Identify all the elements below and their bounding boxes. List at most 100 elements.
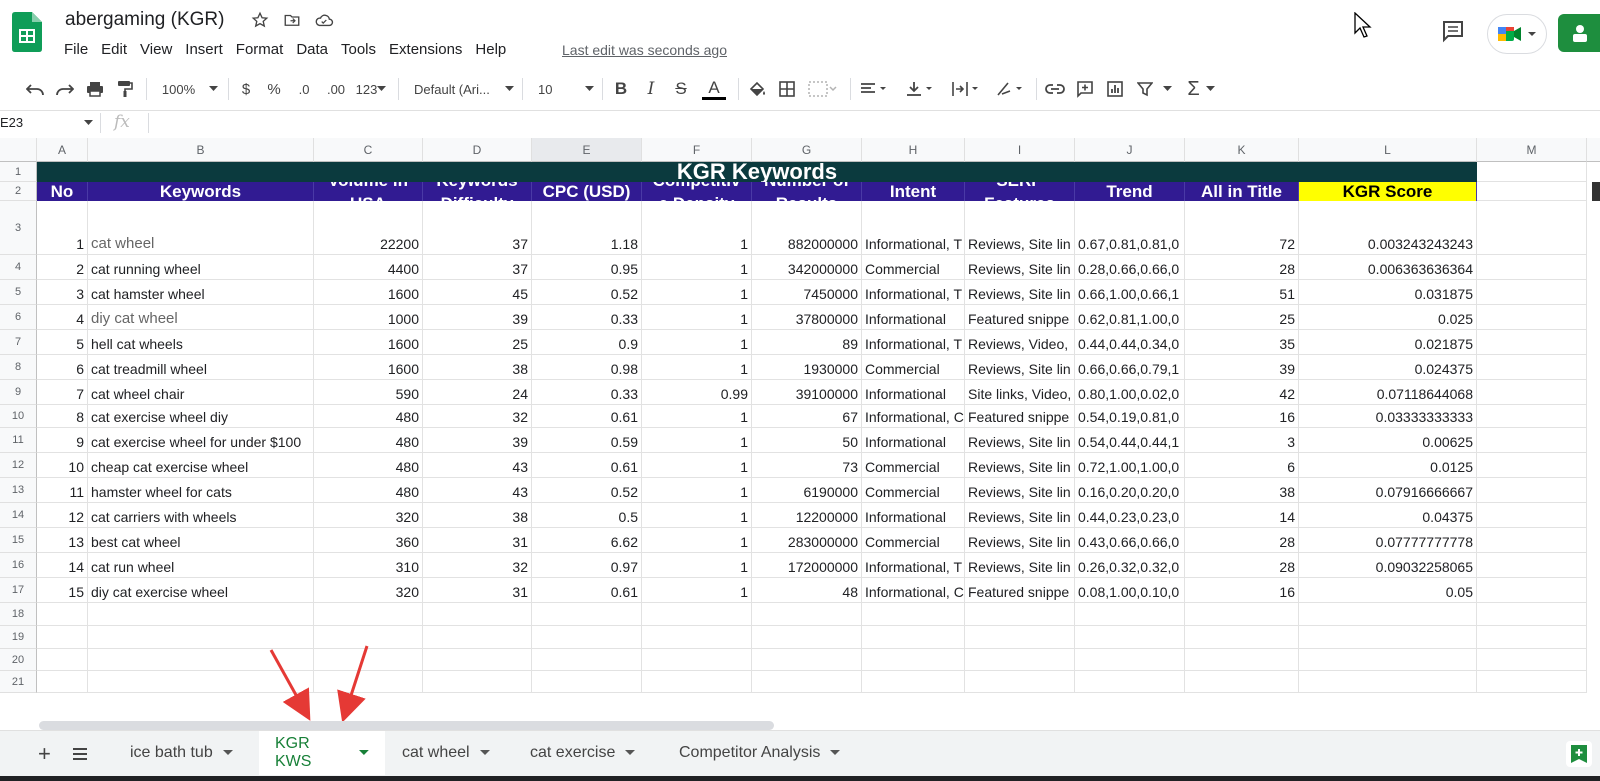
header-keywords-difficulty[interactable]: Keywords Difficulty (423, 182, 532, 201)
empty-cell[interactable] (1477, 626, 1587, 649)
table-cell[interactable]: 1600 (314, 355, 423, 380)
table-cell[interactable]: Commercial (862, 255, 965, 280)
header-cpc-usd[interactable]: CPC (USD) (532, 182, 642, 201)
table-cell[interactable]: 4 (37, 305, 88, 330)
table-cell[interactable]: 0.003243243243 (1299, 201, 1477, 255)
table-cell[interactable]: 16 (1185, 405, 1299, 428)
table-cell[interactable]: 0.59 (532, 428, 642, 453)
table-cell[interactable]: cat run wheel (88, 553, 314, 578)
table-cell[interactable]: 590 (314, 380, 423, 405)
empty-cell[interactable] (1477, 503, 1587, 528)
table-cell[interactable]: 0.54,0.44,0.44,1 (1075, 428, 1185, 453)
table-cell[interactable]: cat treadmill wheel (88, 355, 314, 380)
empty-cell[interactable] (423, 603, 532, 626)
empty-cell[interactable] (1477, 453, 1587, 478)
table-cell[interactable]: 25 (423, 330, 532, 355)
table-cell[interactable]: 0.44,0.23,0.23,0 (1075, 503, 1185, 528)
table-cell[interactable]: 6.62 (532, 528, 642, 553)
empty-cell[interactable] (1477, 671, 1587, 693)
table-cell[interactable]: 0.16,0.20,0.20,0 (1075, 478, 1185, 503)
table-cell[interactable]: 0.006363636364 (1299, 255, 1477, 280)
table-cell[interactable]: 7450000 (752, 280, 862, 305)
row-header-19[interactable]: 19 (0, 626, 37, 649)
merge-cells-icon[interactable] (806, 79, 840, 99)
empty-cell[interactable] (965, 603, 1075, 626)
sheet-tab-cat-exercise[interactable]: cat exercise (514, 731, 654, 775)
table-cell[interactable]: 0.26,0.32,0.32,0 (1075, 553, 1185, 578)
chevron-down-icon[interactable] (830, 750, 841, 756)
table-cell[interactable]: 48 (752, 578, 862, 603)
header-no[interactable]: No (37, 182, 88, 201)
row-header-20[interactable]: 20 (0, 649, 37, 671)
table-cell[interactable]: 37 (423, 201, 532, 255)
empty-cell[interactable] (1299, 603, 1477, 626)
empty-cell[interactable] (1477, 355, 1587, 380)
empty-cell[interactable] (314, 649, 423, 671)
table-cell[interactable]: Reviews, Site lin (965, 553, 1075, 578)
row-header-9[interactable]: 9 (0, 380, 37, 405)
table-cell[interactable]: Informational, T (862, 553, 965, 578)
table-cell[interactable]: 16 (1185, 578, 1299, 603)
row-header-2[interactable]: 2 (0, 182, 37, 201)
empty-cell[interactable] (37, 603, 88, 626)
table-cell[interactable]: 15 (37, 578, 88, 603)
empty-cell[interactable] (88, 603, 314, 626)
move-folder-icon[interactable] (282, 10, 302, 30)
empty-cell[interactable] (1075, 649, 1185, 671)
empty-cell[interactable] (1075, 626, 1185, 649)
empty-cell[interactable] (1477, 553, 1587, 578)
empty-cell[interactable] (1185, 626, 1299, 649)
table-cell[interactable]: Informational (862, 428, 965, 453)
table-cell[interactable]: 9 (37, 428, 88, 453)
text-wrapping-icon[interactable] (950, 79, 984, 99)
vertical-align-icon[interactable] (904, 79, 938, 99)
decrease-decimal-button[interactable]: .0 (294, 79, 314, 99)
menu-file[interactable]: File (64, 41, 88, 58)
table-cell[interactable]: 51 (1185, 280, 1299, 305)
meet-button[interactable] (1487, 14, 1547, 54)
table-cell[interactable]: Reviews, Site lin (965, 453, 1075, 478)
table-cell[interactable]: 31 (423, 528, 532, 553)
table-cell[interactable]: cat wheel chair (88, 380, 314, 405)
table-cell[interactable]: 1 (642, 280, 752, 305)
table-cell[interactable]: 0.07916666667 (1299, 478, 1477, 503)
empty-cell[interactable] (1299, 626, 1477, 649)
row-header-5[interactable]: 5 (0, 280, 37, 305)
row-header-3[interactable]: 3 (0, 201, 37, 255)
table-cell[interactable]: Commercial (862, 355, 965, 380)
table-cell[interactable]: 0.44,0.44,0.34,0 (1075, 330, 1185, 355)
table-cell[interactable]: 320 (314, 503, 423, 528)
table-cell[interactable]: 14 (37, 553, 88, 578)
table-cell[interactable]: 172000000 (752, 553, 862, 578)
table-cell[interactable]: 480 (314, 405, 423, 428)
table-cell[interactable]: Reviews, Site lin (965, 428, 1075, 453)
font-family-select[interactable]: Default (Ari... (414, 79, 514, 99)
header-all-in-title[interactable]: All in Title (1185, 182, 1299, 201)
table-cell[interactable]: 11 (37, 478, 88, 503)
table-cell[interactable]: 0.67,0.81,0.81,0 (1075, 201, 1185, 255)
table-cell[interactable]: 2 (37, 255, 88, 280)
row-header-1[interactable]: 1 (0, 162, 37, 182)
column-header-overflow[interactable] (1587, 138, 1600, 162)
table-cell[interactable]: 28 (1185, 553, 1299, 578)
table-cell[interactable]: 0.62,0.81,1.00,0 (1075, 305, 1185, 330)
table-cell[interactable]: 1 (642, 355, 752, 380)
table-cell[interactable]: 7 (37, 380, 88, 405)
empty-cell[interactable] (88, 626, 314, 649)
table-cell[interactable]: 3 (1185, 428, 1299, 453)
empty-cell[interactable] (37, 626, 88, 649)
row-header-4[interactable]: 4 (0, 255, 37, 280)
row-header-17[interactable]: 17 (0, 578, 37, 603)
table-cell[interactable]: 1930000 (752, 355, 862, 380)
table-cell[interactable]: 32 (423, 405, 532, 428)
row-header-15[interactable]: 15 (0, 528, 37, 553)
table-cell[interactable]: 32 (423, 553, 532, 578)
empty-cell[interactable] (1477, 528, 1587, 553)
table-cell[interactable]: Reviews, Site lin (965, 255, 1075, 280)
table-cell[interactable]: Informational, C (862, 578, 965, 603)
column-header-b[interactable]: B (88, 138, 314, 162)
column-header-m[interactable]: M (1477, 138, 1587, 162)
table-cell[interactable]: cat exercise wheel for under $100 (88, 428, 314, 453)
table-cell[interactable]: 1 (642, 305, 752, 330)
table-cell[interactable]: hell cat wheels (88, 330, 314, 355)
